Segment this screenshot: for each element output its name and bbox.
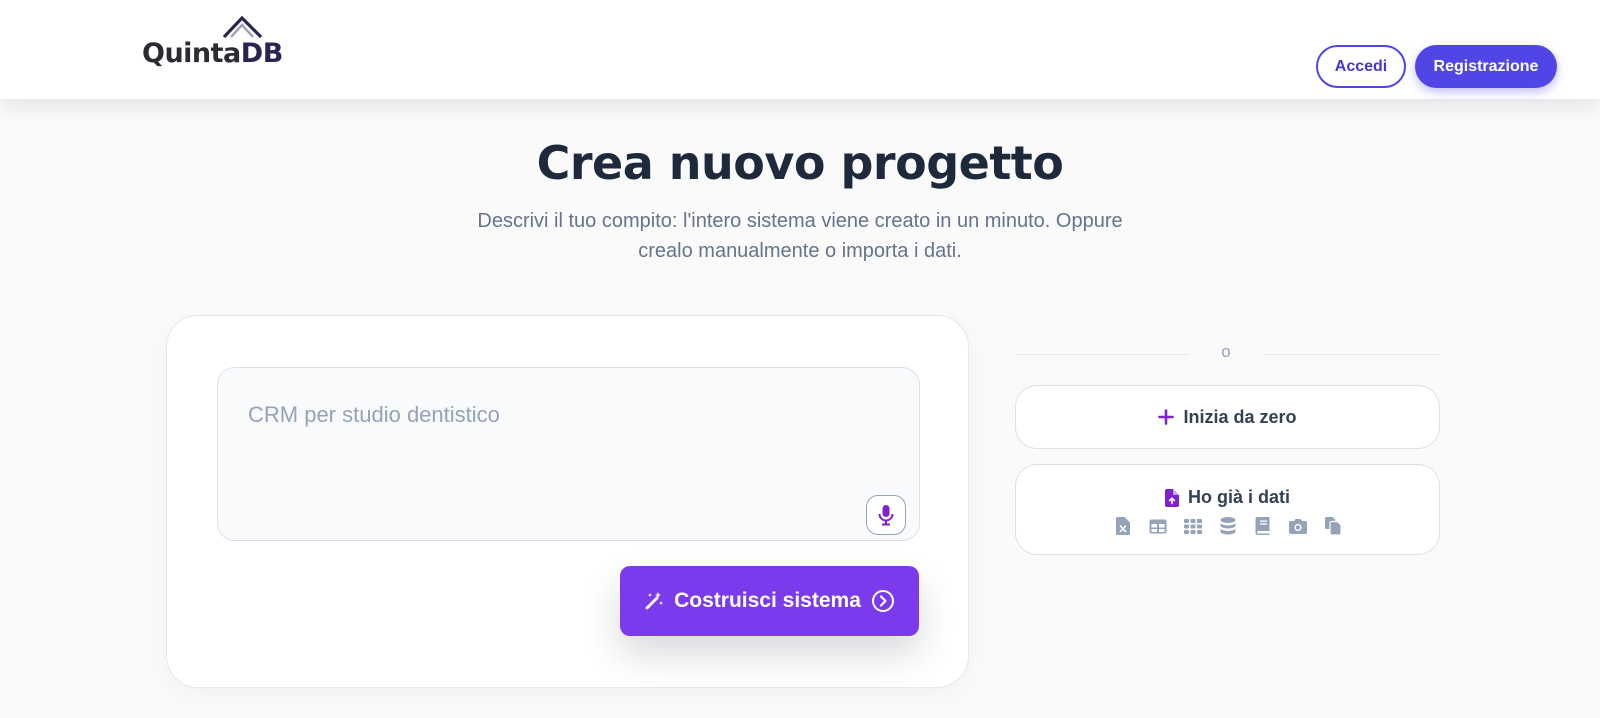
microphone-icon (878, 505, 894, 526)
excel-file-icon (1114, 517, 1132, 535)
database-icon (1219, 517, 1237, 535)
logo-text-quinta: Quinta (142, 38, 241, 69)
import-data-button[interactable]: Ho già i dati (1015, 464, 1440, 555)
page-title: Crea nuovo progetto (536, 136, 1064, 190)
build-system-label: Costruisci sistema (674, 589, 861, 612)
register-button[interactable]: Registrazione (1415, 45, 1557, 88)
import-formats (1016, 517, 1439, 535)
camera-icon (1288, 517, 1307, 535)
start-from-scratch-button[interactable]: Inizia da zero (1015, 385, 1440, 449)
divider-or-label: o (1221, 342, 1231, 361)
plus-icon (1158, 409, 1175, 425)
file-upload-icon (1164, 488, 1179, 507)
logo[interactable]: QuintaDB (142, 16, 283, 72)
prompt-card: Costruisci sistema (166, 315, 969, 688)
logo-wordmark: QuintaDB (142, 38, 283, 69)
start-from-scratch-label: Inizia da zero (1183, 406, 1297, 427)
grid-icon (1183, 517, 1202, 535)
build-system-button[interactable]: Costruisci sistema (620, 566, 919, 636)
logo-text-db: DB (240, 38, 284, 69)
prompt-input[interactable] (218, 368, 919, 540)
table-icon (1149, 517, 1167, 535)
microphone-button[interactable] (866, 495, 906, 535)
divider-line-right (1263, 354, 1440, 355)
chevron-right-circle-icon (871, 589, 895, 613)
book-icon (1254, 517, 1272, 535)
page-subtitle: Descrivi il tuo compito: l'intero sistem… (477, 210, 1123, 262)
login-button[interactable]: Accedi (1316, 45, 1406, 88)
import-data-header: Ho già i dati (1016, 487, 1439, 508)
logo-roof-icon (222, 16, 263, 38)
import-data-label: Ho già i dati (1187, 487, 1290, 507)
divider-line-left (1015, 354, 1190, 355)
prompt-box (217, 367, 920, 541)
copy-files-icon (1324, 517, 1342, 535)
magic-wand-icon (644, 591, 664, 611)
top-nav: QuintaDB Accedi Registrazione (0, 0, 1600, 99)
